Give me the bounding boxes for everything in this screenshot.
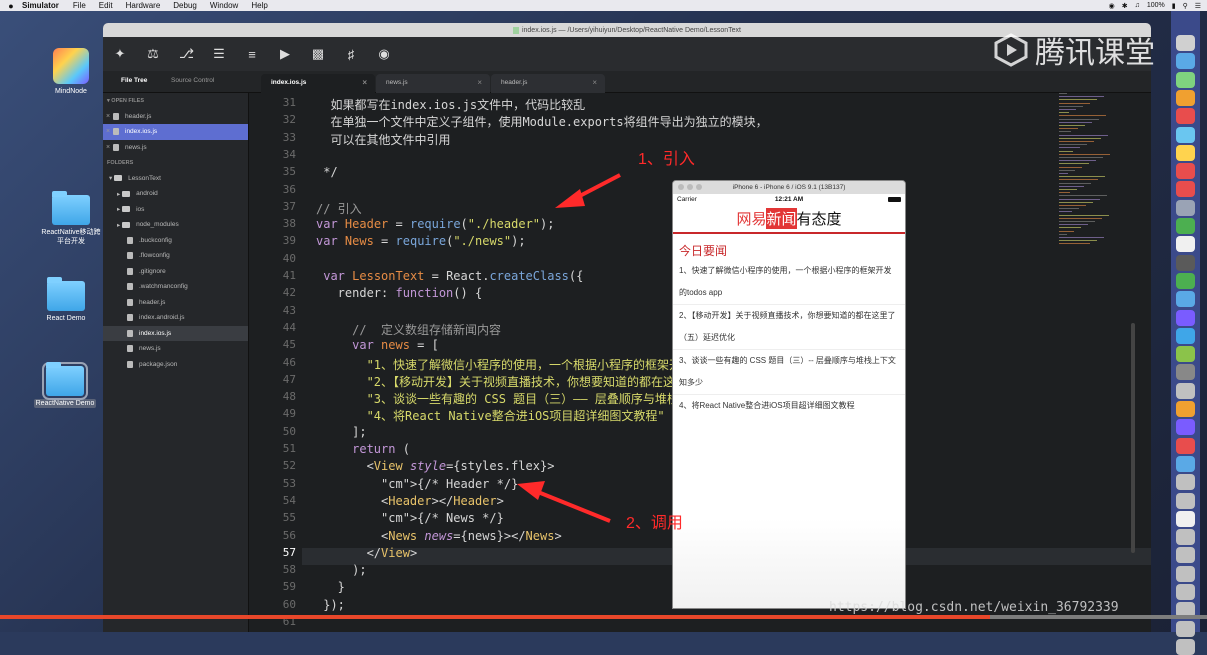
watermark-text: 腾讯课堂 xyxy=(1035,28,1155,72)
dock-app-icon[interactable] xyxy=(1176,639,1195,655)
blog-url-watermark: https://blog.csdn.net/weixin_36792339 xyxy=(829,600,1119,615)
tencent-classroom-logo-icon xyxy=(993,32,1029,68)
video-progress-fill xyxy=(0,615,990,619)
annotation-use: 2、调用 xyxy=(626,509,683,533)
tencent-classroom-watermark: 腾讯课堂 xyxy=(993,30,1173,70)
annotation-layer xyxy=(0,0,1207,632)
annotation-import: 1、引入 xyxy=(638,145,695,169)
arrow-import xyxy=(555,175,620,208)
video-progress-bar[interactable] xyxy=(0,615,1207,619)
arrow-use xyxy=(517,481,610,521)
